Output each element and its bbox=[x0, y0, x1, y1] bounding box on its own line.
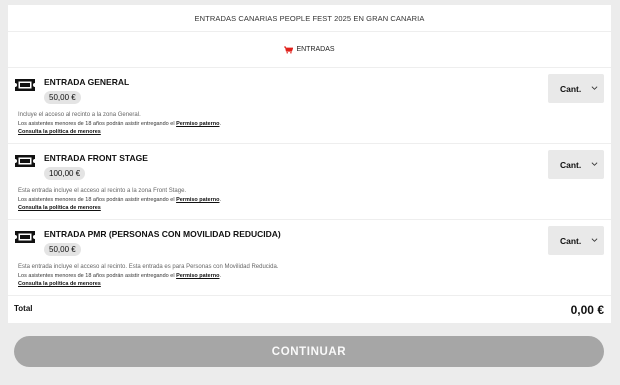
ticket-row: ENTRADA PMR (PERSONAS CON MOVILIDAD REDU… bbox=[8, 220, 611, 296]
ticket-price: 50,00 € bbox=[44, 243, 81, 256]
chevron-down-icon bbox=[591, 238, 598, 242]
parental-permit-link[interactable]: Permiso paterno bbox=[176, 197, 219, 203]
ticket-description: Esta entrada incluye el acceso al recint… bbox=[18, 264, 279, 270]
total-label: Total bbox=[14, 304, 33, 313]
quantity-label: Cant. bbox=[560, 83, 582, 94]
minors-note: Los asistentes menores de 18 años podrán… bbox=[18, 273, 221, 279]
ticket-icon bbox=[15, 231, 35, 243]
event-title: ENTRADAS CANARIAS PEOPLE FEST 2025 EN GR… bbox=[8, 5, 611, 32]
minors-policy-link[interactable]: Consulta la política de menores bbox=[18, 129, 101, 135]
ticket-row: ENTRADA GENERAL 50,00 € Incluye el acces… bbox=[8, 68, 611, 144]
quantity-select[interactable]: Cant. bbox=[548, 74, 604, 103]
ticket-description: Esta entrada incluye el acceso al recint… bbox=[18, 188, 187, 194]
minors-text: Los asistentes menores de 18 años podrán… bbox=[18, 273, 177, 279]
ticket-row: ENTRADA FRONT STAGE 100,00 € Esta entrad… bbox=[8, 144, 611, 220]
minors-end: . bbox=[219, 121, 222, 127]
chevron-down-icon bbox=[591, 162, 598, 166]
minors-policy-link[interactable]: Consulta la política de menores bbox=[18, 281, 101, 287]
minors-policy-link[interactable]: Consulta la política de menores bbox=[18, 205, 101, 211]
cart-icon bbox=[284, 45, 294, 53]
ticket-name: ENTRADA GENERAL bbox=[44, 77, 130, 87]
quantity-select[interactable]: Cant. bbox=[548, 150, 604, 179]
total-value: 0,00 € bbox=[570, 303, 604, 317]
parental-permit-link[interactable]: Permiso paterno bbox=[176, 121, 219, 127]
ticket-icon bbox=[15, 155, 35, 167]
total-row: Total 0,00 € bbox=[8, 296, 611, 326]
minors-note: Los asistentes menores de 18 años podrán… bbox=[18, 197, 221, 203]
continue-button[interactable]: CONTINUAR bbox=[14, 336, 604, 367]
ticket-name: ENTRADA PMR (PERSONAS CON MOVILIDAD REDU… bbox=[44, 229, 281, 239]
ticket-price: 50,00 € bbox=[44, 91, 81, 104]
ticket-icon bbox=[15, 79, 35, 91]
parental-permit-link[interactable]: Permiso paterno bbox=[176, 273, 219, 279]
ticket-price: 100,00 € bbox=[44, 167, 86, 180]
quantity-select[interactable]: Cant. bbox=[548, 226, 604, 255]
minors-text: Los asistentes menores de 18 años podrán… bbox=[18, 121, 177, 127]
minors-text: Los asistentes menores de 18 años podrán… bbox=[18, 197, 177, 203]
ticket-description: Incluye el acceso al recinto a la zona G… bbox=[18, 112, 141, 118]
tab-entradas[interactable]: ENTRADAS bbox=[8, 32, 611, 68]
chevron-down-icon bbox=[591, 86, 598, 90]
ticket-card: ENTRADAS CANARIAS PEOPLE FEST 2025 EN GR… bbox=[8, 5, 611, 323]
section-label: ENTRADAS bbox=[296, 46, 335, 53]
ticket-name: ENTRADA FRONT STAGE bbox=[44, 153, 148, 163]
minors-note: Los asistentes menores de 18 años podrán… bbox=[18, 121, 221, 127]
quantity-label: Cant. bbox=[560, 235, 582, 246]
quantity-label: Cant. bbox=[560, 159, 582, 170]
minors-end: . bbox=[219, 273, 222, 279]
minors-end: . bbox=[219, 197, 222, 203]
